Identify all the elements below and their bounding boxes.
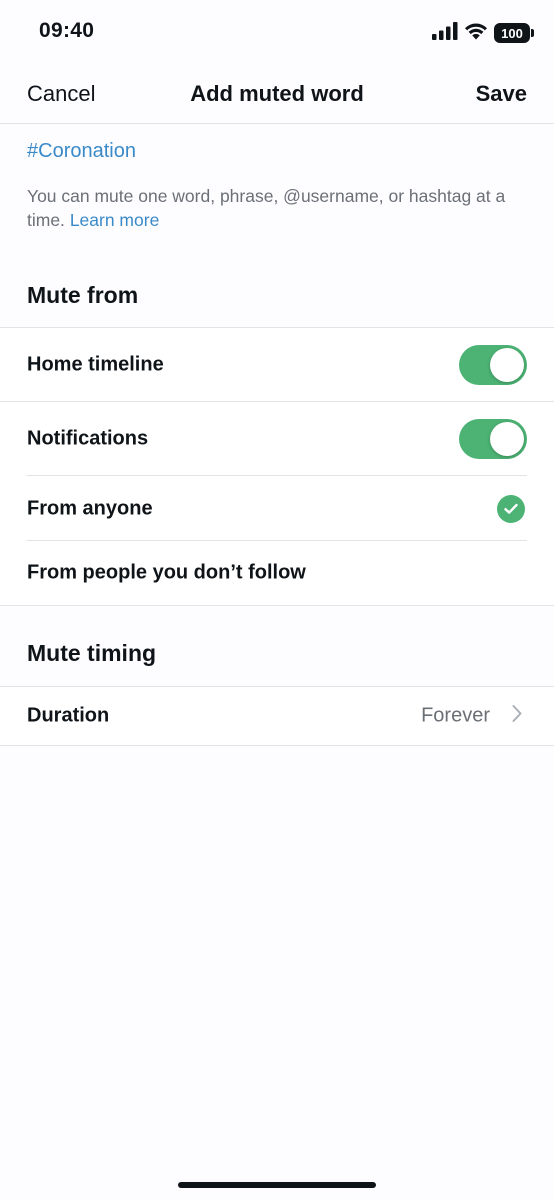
cellular-signal-icon (432, 21, 458, 45)
toggle-knob (490, 348, 524, 382)
from-anyone-label: From anyone (27, 497, 153, 519)
home-timeline-toggle[interactable] (459, 345, 527, 385)
cancel-button[interactable]: Cancel (27, 81, 95, 107)
from-not-following-label: From people you don’t follow (27, 561, 306, 584)
battery-icon: 100 (494, 23, 534, 43)
notifications-label: Notifications (27, 427, 149, 450)
muted-word-input[interactable] (27, 140, 527, 163)
navigation-bar: Cancel Add muted word Save (0, 66, 554, 124)
muted-word-section: You can mute one word, phrase, @username… (0, 124, 554, 254)
toggle-knob (490, 422, 524, 456)
duration-row[interactable]: Duration Forever (0, 687, 554, 745)
duration-label: Duration (27, 704, 110, 727)
notifications-toggle[interactable] (459, 419, 527, 459)
save-button[interactable]: Save (476, 81, 527, 107)
status-bar: 09:40 100 (0, 0, 554, 66)
mute-from-header: Mute from (27, 282, 139, 308)
notifications-row: Notifications (0, 402, 554, 476)
mute-timing-group: Duration Forever (0, 686, 554, 746)
home-timeline-row: Home timeline (0, 328, 554, 402)
mute-timing-header: Mute timing (27, 640, 157, 666)
chevron-right-icon (512, 705, 522, 728)
learn-more-link[interactable]: Learn more (70, 210, 160, 230)
status-icons: 100 (432, 21, 534, 45)
home-timeline-label: Home timeline (27, 353, 164, 376)
duration-value: Forever (421, 704, 490, 727)
wifi-icon (464, 22, 488, 45)
home-indicator[interactable] (178, 1182, 376, 1188)
muted-word-hint: You can mute one word, phrase, @username… (27, 184, 527, 232)
from-not-following-option[interactable]: From people you don’t follow (0, 541, 554, 605)
checkmark-icon (497, 494, 525, 523)
from-anyone-option[interactable]: From anyone (0, 476, 554, 541)
mute-from-group: Home timeline Notifications From anyone … (0, 327, 554, 606)
status-time: 09:40 (39, 19, 95, 42)
